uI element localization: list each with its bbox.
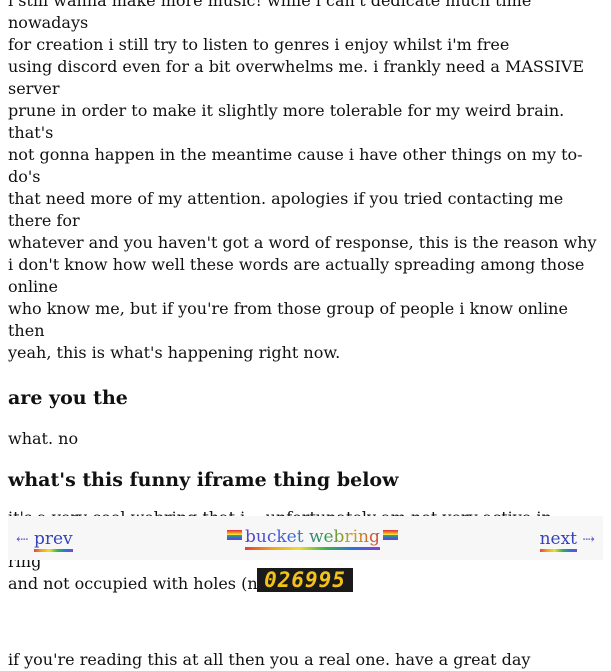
heading-iframe-question: what's this funny iframe thing below bbox=[8, 469, 399, 491]
prev-link[interactable]: prev bbox=[33, 529, 73, 552]
webring-prev[interactable]: ⇠ prev bbox=[16, 528, 73, 552]
webring-home-link[interactable]: bucket webring bbox=[245, 527, 380, 550]
next-link[interactable]: next bbox=[539, 529, 578, 552]
webring-home[interactable]: bucket webring bbox=[224, 526, 401, 550]
answer-paragraph: what. no bbox=[8, 429, 79, 448]
hit-counter: 026995 bbox=[257, 568, 353, 592]
heading-are-you-the: are you the bbox=[8, 387, 128, 409]
webring-widget: ⇠ prev bucket webring next ⇢ bbox=[8, 516, 603, 560]
intro-paragraph: i still wanna make more music! while i c… bbox=[8, 0, 597, 362]
prev-arrow-icon: ⇠ bbox=[16, 530, 29, 548]
next-arrow-icon: ⇢ bbox=[582, 530, 595, 548]
closing-paragraph: if you're reading this at all then you a… bbox=[8, 650, 531, 669]
webring-title: bucket webring bbox=[245, 527, 380, 547]
rainbow-flag-icon bbox=[227, 530, 242, 540]
webring-next[interactable]: next ⇢ bbox=[539, 528, 595, 552]
rainbow-flag-icon bbox=[382, 530, 398, 540]
